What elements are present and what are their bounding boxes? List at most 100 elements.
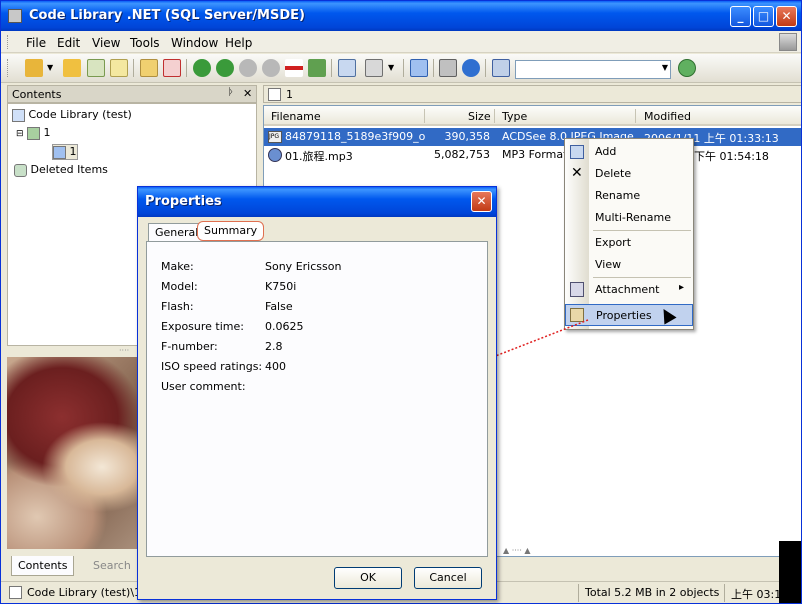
splitter-grip[interactable]: ▲ ···· ▲ bbox=[503, 546, 531, 555]
property-key: Flash: bbox=[161, 300, 194, 313]
pin-icon[interactable]: ᚦ bbox=[228, 87, 234, 98]
chevron-down-icon[interactable]: ▼ bbox=[388, 63, 394, 72]
column-type[interactable]: Type bbox=[502, 110, 527, 123]
search-combo[interactable]: ▼ bbox=[515, 60, 671, 79]
menu-separator bbox=[593, 230, 691, 231]
tree-item-folder-1[interactable]: ⊟ 1 bbox=[16, 126, 51, 140]
toolbar-separator bbox=[433, 59, 434, 77]
dialog-title-bar[interactable]: Properties ✕ bbox=[138, 187, 496, 217]
audio-file-icon bbox=[268, 148, 282, 162]
ok-button[interactable]: OK bbox=[334, 567, 402, 589]
column-size[interactable]: Size bbox=[468, 110, 491, 123]
submenu-arrow-icon: ▸ bbox=[679, 282, 685, 293]
properties-dialog: Properties ✕ General Summary Make: Sony … bbox=[137, 186, 497, 600]
dialog-close-button[interactable]: ✕ bbox=[471, 191, 492, 212]
menu-item-label: Attachment bbox=[595, 283, 660, 296]
tree-label: 1 bbox=[43, 126, 51, 139]
web-icon[interactable] bbox=[678, 59, 696, 77]
open-dropdown-icon[interactable] bbox=[25, 59, 43, 77]
find-icon[interactable] bbox=[492, 59, 510, 77]
status-folder-icon bbox=[9, 586, 22, 599]
export-icon[interactable] bbox=[338, 59, 356, 77]
document-tab-label[interactable]: 1 bbox=[286, 88, 293, 101]
import-icon[interactable] bbox=[308, 59, 326, 77]
tree-label: Deleted Items bbox=[30, 163, 108, 176]
toolbar-grip[interactable] bbox=[7, 59, 10, 77]
toolbar-separator bbox=[403, 59, 404, 77]
recycle-icon bbox=[14, 163, 27, 177]
help-icon[interactable] bbox=[462, 59, 480, 77]
property-value: 2.8 bbox=[265, 340, 283, 353]
menu-help[interactable]: Help bbox=[220, 34, 257, 52]
up-icon[interactable] bbox=[239, 59, 257, 77]
menu-item-multi-rename[interactable]: Multi-Rename bbox=[565, 207, 693, 229]
folder-icon bbox=[27, 126, 41, 140]
dialog-title: Properties bbox=[145, 194, 222, 209]
delete-icon[interactable] bbox=[163, 59, 181, 77]
property-key: ISO speed ratings: bbox=[161, 360, 263, 373]
tab-summary[interactable]: Summary bbox=[197, 221, 265, 241]
tree-item-library[interactable]: Code Library (test) bbox=[12, 108, 132, 122]
menu-item-label: Multi-Rename bbox=[595, 211, 671, 224]
splitter-grip[interactable]: ···· bbox=[119, 346, 129, 355]
menu-item-attachment[interactable]: Attachment ▸ bbox=[565, 279, 693, 301]
cancel-button[interactable]: Cancel bbox=[414, 567, 482, 589]
property-key: User comment: bbox=[161, 380, 246, 393]
file-row[interactable]: 01.旅程.mp3 5,082,753 MP3 Format Sound 下午 … bbox=[264, 146, 801, 164]
tab-contents[interactable]: Contents bbox=[11, 556, 75, 576]
document-tab-strip: 1 bbox=[263, 85, 801, 103]
menu-item-export[interactable]: Export bbox=[565, 232, 693, 254]
collapse-icon[interactable]: ⊟ bbox=[16, 129, 24, 139]
open-folder-icon[interactable] bbox=[63, 59, 81, 77]
notes-icon[interactable] bbox=[110, 59, 128, 77]
print-icon[interactable] bbox=[365, 59, 383, 77]
menu-item-add[interactable]: Add bbox=[565, 141, 693, 163]
column-separator[interactable] bbox=[494, 109, 495, 123]
minimize-button[interactable]: _ bbox=[730, 6, 751, 27]
menu-item-label: Export bbox=[595, 236, 632, 249]
window-icon[interactable] bbox=[410, 59, 428, 77]
column-separator[interactable] bbox=[424, 109, 425, 123]
menu-item-label: Rename bbox=[595, 189, 641, 202]
chevron-down-icon[interactable]: ▼ bbox=[662, 63, 668, 72]
menu-tools[interactable]: Tools bbox=[125, 34, 165, 52]
menu-file[interactable]: File bbox=[21, 34, 51, 52]
column-separator[interactable] bbox=[635, 109, 636, 123]
new-folder-icon[interactable] bbox=[140, 59, 158, 77]
maximize-button[interactable]: □ bbox=[753, 6, 774, 27]
close-button[interactable]: ✕ bbox=[776, 6, 797, 27]
menu-view[interactable]: View bbox=[87, 34, 125, 52]
property-value: False bbox=[265, 300, 293, 313]
menu-grip[interactable] bbox=[7, 35, 10, 49]
menu-separator bbox=[593, 277, 691, 278]
window-title: Code Library .NET (SQL Server/MSDE) bbox=[29, 8, 305, 23]
property-key: F-number: bbox=[161, 340, 218, 353]
toolbar-separator bbox=[485, 59, 486, 77]
tree-item-folder-1-1[interactable]: 1 bbox=[52, 144, 78, 160]
mdi-child-icon[interactable] bbox=[779, 33, 797, 51]
tree-item-deleted[interactable]: Deleted Items bbox=[14, 163, 108, 177]
file-row[interactable]: JPG 84879118_5189e3f909_o... 390,358 ACD… bbox=[264, 128, 801, 146]
file-size: 390,358 bbox=[444, 130, 491, 143]
chevron-down-icon[interactable]: ▼ bbox=[47, 63, 53, 72]
status-separator bbox=[578, 584, 579, 602]
menu-edit[interactable]: Edit bbox=[52, 34, 85, 52]
minus-icon[interactable] bbox=[285, 59, 303, 77]
toolbar: ▼ ▼ bbox=[1, 54, 801, 83]
tab-search[interactable]: Search bbox=[87, 556, 137, 576]
forward-icon[interactable] bbox=[216, 59, 234, 77]
down-icon[interactable] bbox=[262, 59, 280, 77]
menu-window[interactable]: Window bbox=[166, 34, 223, 52]
tools-icon[interactable] bbox=[439, 59, 457, 77]
status-separator bbox=[724, 584, 725, 602]
menu-item-delete[interactable]: ✕ Delete bbox=[565, 163, 693, 185]
title-bar[interactable]: Code Library .NET (SQL Server/MSDE) _ □ … bbox=[1, 1, 801, 31]
menu-item-view[interactable]: View bbox=[565, 254, 693, 276]
refresh-icon[interactable] bbox=[87, 59, 105, 77]
back-icon[interactable] bbox=[193, 59, 211, 77]
column-filename[interactable]: Filename bbox=[271, 110, 321, 123]
summary-page: Make: Sony Ericsson Model: K750i Flash: … bbox=[146, 241, 488, 557]
menu-item-rename[interactable]: Rename bbox=[565, 185, 693, 207]
close-pane-icon[interactable]: ✕ bbox=[243, 87, 252, 100]
column-modified[interactable]: Modified bbox=[644, 110, 691, 123]
